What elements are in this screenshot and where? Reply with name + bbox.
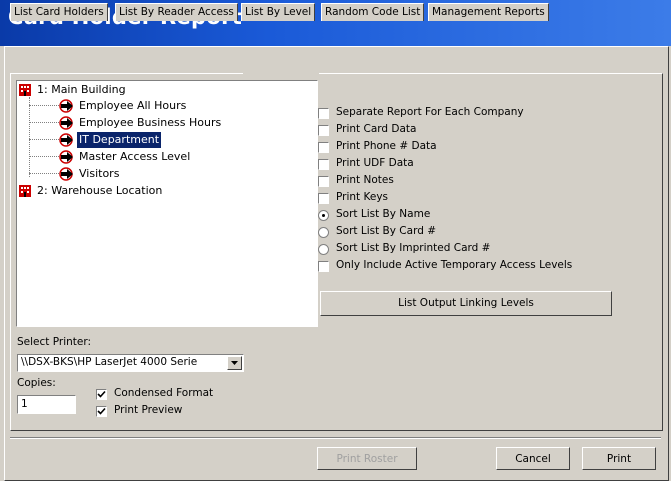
printer-dropdown-button[interactable] <box>227 356 242 370</box>
tree-level-label: Employee All Hours <box>79 99 187 112</box>
condensed-format-label: Condensed Format <box>114 387 214 399</box>
print-keys-checkbox[interactable] <box>318 193 329 204</box>
print-keys-label: Print Keys <box>336 191 388 203</box>
tree-level-label: Employee Business Hours <box>79 116 222 129</box>
print-button[interactable]: Print <box>582 447 656 470</box>
access-level-icon <box>59 133 73 147</box>
select-printer-label: Select Printer: <box>17 336 92 348</box>
print-phone-label: Print Phone # Data <box>336 140 437 152</box>
sort-by-imprinted-radio[interactable] <box>318 244 329 255</box>
only-active-label: Only Include Active Temporary Access Lev… <box>336 259 573 271</box>
condensed-format-checkbox[interactable] <box>96 389 107 400</box>
print-phone-checkbox[interactable] <box>318 142 329 153</box>
separator <box>10 437 661 439</box>
tree-line <box>29 97 30 177</box>
sort-by-card-label: Sort List By Card # <box>336 225 437 237</box>
print-card-data-label: Print Card Data <box>336 123 417 135</box>
tree-line <box>29 156 59 157</box>
building-icon <box>19 185 31 197</box>
print-notes-label: Print Notes <box>336 174 394 186</box>
tab-list-by-reader-access[interactable]: List By Reader Access <box>115 3 238 21</box>
sort-by-name-radio[interactable] <box>318 210 329 221</box>
tree-line <box>29 139 59 140</box>
tab-random-code-list[interactable]: Random Code List <box>321 3 425 21</box>
tree-location-label: 2: Warehouse Location <box>37 184 163 197</box>
only-active-checkbox[interactable] <box>318 261 329 272</box>
tab-management-reports[interactable]: Management Reports <box>428 3 549 21</box>
check-icon <box>97 407 106 415</box>
access-level-icon <box>59 99 73 113</box>
tree-level-label: IT Department <box>77 132 162 148</box>
separate-report-checkbox[interactable] <box>318 108 329 119</box>
cancel-button[interactable]: Cancel <box>496 447 570 470</box>
tree-level-label: Visitors <box>79 167 120 180</box>
tree-level-label: Master Access Level <box>79 150 191 163</box>
sort-by-name-label: Sort List By Name <box>336 208 431 220</box>
tab-list-by-level[interactable]: List By Level <box>241 3 316 21</box>
check-icon <box>97 390 106 398</box>
sort-by-imprinted-label: Sort List By Imprinted Card # <box>336 242 491 254</box>
access-level-icon <box>59 116 73 130</box>
printer-select[interactable]: \\DSX-BKS\HP LaserJet 4000 Serie <box>17 354 244 372</box>
print-udf-checkbox[interactable] <box>318 159 329 170</box>
access-level-icon <box>59 167 73 181</box>
separate-report-label: Separate Report For Each Company <box>336 106 524 118</box>
print-roster-button[interactable]: Print Roster <box>317 447 417 470</box>
tree-line <box>29 173 59 174</box>
print-preview-label: Print Preview <box>114 404 183 416</box>
chevron-down-icon <box>231 361 238 365</box>
copies-input[interactable]: 1 <box>17 395 76 414</box>
print-notes-checkbox[interactable] <box>318 176 329 187</box>
building-icon <box>19 84 31 96</box>
list-output-linking-levels-button[interactable]: List Output Linking Levels <box>320 291 612 316</box>
tree-location-label: 1: Main Building <box>37 83 126 96</box>
print-udf-label: Print UDF Data <box>336 157 414 169</box>
active-tab-joint <box>243 73 319 75</box>
tree-line <box>29 122 59 123</box>
copies-label: Copies: <box>17 377 56 389</box>
access-level-icon <box>59 150 73 164</box>
print-preview-checkbox[interactable] <box>96 406 107 417</box>
tab-list-card-holders[interactable]: List Card Holders <box>10 3 108 21</box>
print-card-data-checkbox[interactable] <box>318 125 329 136</box>
sort-by-card-radio[interactable] <box>318 227 329 238</box>
level-tree[interactable]: 1: Main Building Employee All Hours Empl… <box>16 80 318 327</box>
printer-select-value: \\DSX-BKS\HP LaserJet 4000 Serie <box>21 356 198 368</box>
tree-line <box>29 105 59 106</box>
